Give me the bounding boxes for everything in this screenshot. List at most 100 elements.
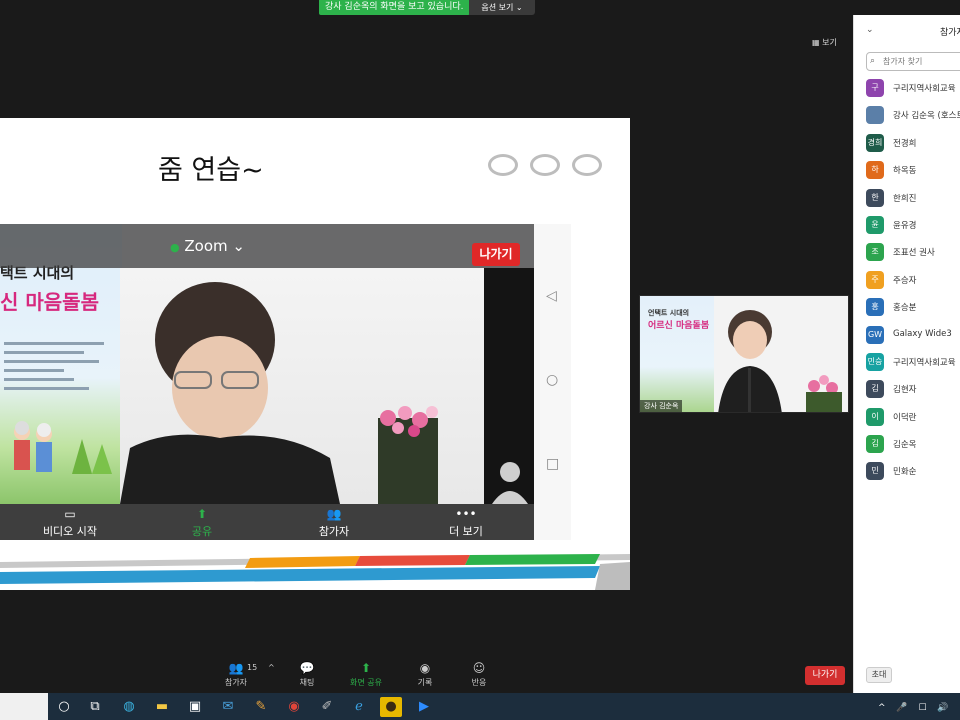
avatar: 김: [866, 380, 884, 399]
screen-share-notice: 강사 김순옥의 화면을 보고 있습니다.: [319, 0, 470, 15]
share-screen-button[interactable]: ⬆ 화면 공유: [344, 661, 388, 688]
elderly-couple-illustration: [14, 421, 52, 472]
avatar: 민: [866, 462, 884, 481]
paint-app-icon[interactable]: ✐: [316, 697, 338, 717]
phone-zoom-screen: 택트 시대의 신 마음돌봄 ● Zoom ⌄ 나가기 ▭ 비디오 시작 ⬆ 공유…: [0, 224, 534, 540]
thumbnail-poster-heading: 언택트 시대의: [648, 309, 690, 317]
participant-row[interactable]: 이 이덕란: [866, 406, 960, 433]
participants-panel: ⌄ 참가자 (15) ⌕ 참가자 찾기 구구리지역사회교육강사 김순옥 (호스트…: [853, 15, 960, 693]
shield-icon: ●: [170, 241, 180, 254]
participant-row[interactable]: GW Galaxy Wide3: [866, 324, 960, 351]
participants-icon: 👥: [326, 507, 342, 521]
avatar: 구: [866, 79, 884, 97]
share-screen-button-label: 화면 공유: [350, 678, 382, 687]
paint-icon[interactable]: ✎: [250, 697, 272, 717]
participant-list: 구구리지역사회교육강사 김순옥 (호스트)경희전경희하하옥동한한희진윤윤유경조조…: [866, 77, 960, 488]
phone-toolbar-label: 비디오 시작: [42, 525, 98, 538]
participants-button-label: 참가자: [224, 678, 248, 687]
participant-row[interactable]: 구 구리지역사회교육: [866, 77, 960, 104]
phone-participants-button: 👥 참가자: [294, 507, 374, 539]
participant-name-label: 강사 김순옥: [640, 400, 683, 412]
home-icon: ○: [546, 372, 559, 388]
phone-more-button: ••• 더 보기: [426, 507, 506, 539]
system-tray[interactable]: ^ 🎤 ☐ 🔊 가: [878, 700, 960, 713]
windows-taskbar: ○ ⧉ ◍ ▬ ▣ ✉ ✎ ◉ ✐ ℯ ● ▶ ^ 🎤 ☐ 🔊 가: [0, 693, 960, 720]
top-banner: 강사 김순옥의 화면을 보고 있습니다. 옵션 보기 ⌄: [0, 0, 960, 15]
participant-row[interactable]: 홍 홍승분: [866, 296, 960, 323]
back-icon: ◁: [546, 288, 557, 304]
slide-circle-decoration: [530, 154, 560, 176]
participant-name: 조표선 권사: [893, 248, 935, 259]
avatar: 민승: [866, 352, 884, 371]
reactions-icon: ☺: [472, 661, 486, 675]
participant-row[interactable]: 김 김현자: [866, 378, 960, 405]
participant-row[interactable]: 경희 전경희: [866, 132, 960, 159]
participant-name: 민화순: [893, 467, 917, 478]
avatar: 하: [866, 161, 884, 180]
meeting-toolbar: 👥 참가자 15 ^ 💬 채팅 ⬆ 화면 공유 ◉ 기록 ☺ 반응 나가기: [0, 655, 853, 693]
more-icon: •••: [455, 507, 477, 521]
avatar: 한: [866, 188, 884, 207]
task-view-icon[interactable]: ⧉: [84, 697, 106, 717]
record-button[interactable]: ◉ 기록: [403, 661, 447, 688]
host-video: [718, 310, 842, 412]
thumbnail-poster: 언택트 시대의 어르신 마음돌봄: [640, 296, 714, 412]
store-icon[interactable]: ▣: [184, 697, 206, 717]
participant-name: 김순옥: [893, 440, 917, 451]
participant-row[interactable]: 민승 구리지역사회교육: [866, 351, 960, 378]
phone-nav-bar: ◁ ○ □: [534, 224, 571, 540]
avatar: GW: [866, 325, 884, 344]
mail-icon[interactable]: ✉: [217, 697, 239, 717]
avatar: 주: [866, 270, 884, 289]
participant-row[interactable]: 주 주승자: [866, 269, 960, 296]
cortana-icon[interactable]: ○: [53, 697, 75, 717]
participant-search-input[interactable]: ⌕ 참가자 찾기: [866, 52, 960, 71]
video-off-icon: ▭: [64, 507, 76, 521]
thumbnail-poster-title: 어르신 마음돌봄: [648, 321, 710, 331]
chrome-icon[interactable]: ◉: [283, 697, 305, 717]
participant-row[interactable]: 김 김순옥: [866, 433, 960, 460]
slide-title: 줌 연습~: [158, 155, 264, 186]
shared-screen: 줌 연습~ 택트 시대의 신 마음돌봄 ● Zoom ⌄ 나가기 ▭ 비디오 시…: [0, 118, 630, 590]
participant-name: 강사 김순옥 (호스트): [893, 111, 960, 122]
participant-row[interactable]: 강사 김순옥 (호스트): [866, 104, 960, 131]
phone-dark-panel: [484, 268, 534, 504]
person-silhouette: [120, 282, 438, 504]
phone-share-button: ⬆ 공유: [162, 507, 242, 539]
avatar: 조: [866, 243, 884, 262]
participant-name: 구리지역사회교육: [893, 357, 956, 368]
chat-icon: 💬: [299, 661, 315, 675]
zoom-app-icon[interactable]: ▶: [413, 697, 435, 717]
avatar: 경희: [866, 133, 884, 152]
participant-name: 구리지역사회교육: [893, 84, 956, 94]
participant-row[interactable]: 민 민화순: [866, 460, 960, 487]
participant-row[interactable]: 한 한희진: [866, 187, 960, 214]
edge-icon[interactable]: ◍: [118, 697, 140, 717]
phone-toolbar-label: 더 보기: [449, 525, 483, 538]
invite-button[interactable]: 초대: [866, 667, 892, 683]
taskbar-search-box[interactable]: [0, 693, 48, 720]
participant-row[interactable]: 윤 윤유경: [866, 214, 960, 241]
participant-row[interactable]: 하 하옥동: [866, 159, 960, 186]
avatar-placeholder-icon: [492, 462, 528, 504]
file-explorer-icon[interactable]: ▬: [151, 697, 173, 717]
avatar: [866, 106, 884, 125]
kakaotalk-icon[interactable]: ●: [380, 697, 402, 717]
view-options-button[interactable]: 옵션 보기 ⌄: [469, 0, 535, 15]
chevron-down-icon[interactable]: ⌄: [866, 25, 874, 35]
chat-button[interactable]: 💬 채팅: [285, 661, 329, 688]
participant-name: 한희진: [893, 193, 917, 204]
participant-row[interactable]: 조 조표선 권사: [866, 241, 960, 268]
participant-name: 윤유경: [893, 220, 917, 231]
chevron-up-icon[interactable]: ^: [268, 663, 275, 672]
leave-button[interactable]: 나가기: [805, 666, 845, 685]
participants-panel-title: 참가자 (15): [940, 28, 960, 38]
participant-name: 하옥동: [893, 166, 917, 177]
poster-title: 신 마음돌봄: [0, 290, 99, 314]
internet-explorer-icon[interactable]: ℯ: [348, 697, 370, 717]
self-video-thumbnail[interactable]: 언택트 시대의 어르신 마음돌봄 강사 김순옥: [639, 295, 849, 413]
phone-video-start-button: ▭ 비디오 시작: [30, 507, 110, 539]
view-mode-button[interactable]: ▦ 보기: [812, 37, 837, 48]
participant-name: Galaxy Wide3: [893, 328, 952, 339]
reactions-button[interactable]: ☺ 반응: [457, 661, 501, 688]
